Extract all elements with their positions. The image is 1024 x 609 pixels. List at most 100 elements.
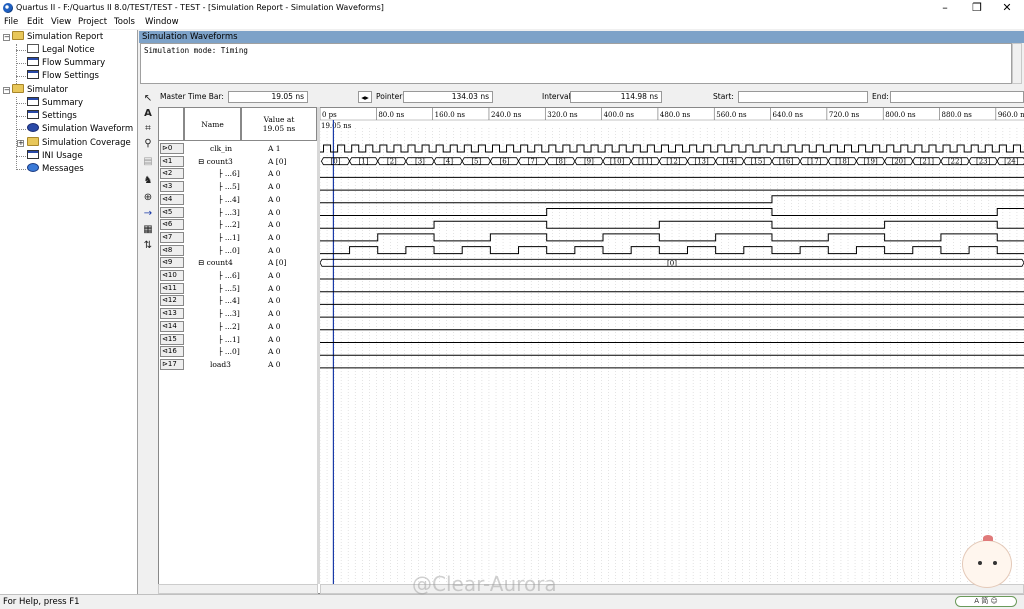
tree-item-simulation-report[interactable]: Simulation Report <box>12 31 103 44</box>
table-icon <box>27 57 39 66</box>
count3-bus-label: [2] <box>387 158 397 166</box>
signal-name-9[interactable]: ⊟ count4 <box>198 256 233 269</box>
mode-box-scrollbar[interactable] <box>1012 43 1022 84</box>
signal-name-7[interactable]: ├ ...1] <box>218 231 240 244</box>
signal-name-14[interactable]: ├ ...2] <box>218 320 240 333</box>
signal-id-13[interactable]: ⊲13 <box>160 308 184 320</box>
signal-id-1[interactable]: ⊲1 <box>160 155 184 167</box>
signal-id-3[interactable]: ⊲3 <box>160 181 184 193</box>
waveform-toolbar: ↖ A ⌗ ⚲ ▤ ♞ ⊕ → ▦ ⇅ <box>139 90 157 594</box>
signal-id-10[interactable]: ⊲10 <box>160 270 184 281</box>
count3-bus-label: [5] <box>471 158 481 166</box>
tree-item-settings[interactable]: Settings <box>27 110 77 123</box>
menu-edit[interactable]: Edit <box>27 17 43 27</box>
ruler-tick-label: 80.0 ns <box>378 111 404 119</box>
collapse-root-toggle[interactable]: − <box>3 34 10 41</box>
ime-indicator[interactable]: A 简 ☺ <box>955 596 1017 607</box>
tree-item-simulator[interactable]: Simulator <box>12 84 68 97</box>
text-tool-icon[interactable]: A <box>141 107 155 121</box>
minimize-button[interactable]: – <box>930 1 960 15</box>
sort-icon[interactable]: ⇅ <box>141 239 155 253</box>
tree-item-flow-summary[interactable]: Flow Summary <box>27 57 105 70</box>
signal-id-6[interactable]: ⊲6 <box>160 219 184 231</box>
signal-id-11[interactable]: ⊲11 <box>160 282 184 294</box>
find-icon[interactable]: ♞ <box>141 174 155 188</box>
signal-name-0[interactable]: clk_in <box>210 142 232 155</box>
signal-name-13[interactable]: ├ ...3] <box>218 307 240 320</box>
selection-tool-icon[interactable]: ↖ <box>141 92 155 106</box>
signal-name-1[interactable]: ⊟ count3 <box>198 155 233 168</box>
menu-project[interactable]: Project <box>78 17 107 27</box>
signal-name-16[interactable]: ├ ...0] <box>218 345 240 358</box>
signal-id-0[interactable]: ⊳0 <box>160 143 184 154</box>
ruler-tick-label: 240.0 ns <box>491 111 522 119</box>
table-icon <box>27 70 39 79</box>
signal-id-8[interactable]: ⊲8 <box>160 244 184 256</box>
menu-window[interactable]: Window <box>145 17 179 27</box>
tree-item-ini-usage[interactable]: INI Usage <box>27 150 83 163</box>
signal-name-4[interactable]: ├ ...4] <box>218 193 240 206</box>
count3-bus-label: [18] <box>835 158 850 166</box>
menu-file[interactable]: File <box>4 17 18 27</box>
tree-item-legal-notice[interactable]: Legal Notice <box>27 44 95 57</box>
tree-item-simulation-coverage[interactable]: Simulation Coverage <box>27 137 131 150</box>
overwrite-icon[interactable]: ▦ <box>141 223 155 237</box>
master-time-bar-field[interactable]: 19.05 ns <box>228 91 308 103</box>
signal-value-10: A 0 <box>268 271 281 280</box>
arrow-right-icon[interactable]: → <box>141 207 155 221</box>
pointer-label: Pointer: <box>376 92 405 101</box>
replace-icon[interactable]: ⊕ <box>141 191 155 205</box>
signal-name-15[interactable]: ├ ...1] <box>218 333 240 346</box>
count3-bus-label: [22] <box>948 158 963 166</box>
signal-name-5[interactable]: ├ ...3] <box>218 206 240 219</box>
signal-id-2[interactable]: ⊲2 <box>160 168 184 180</box>
signal-name-12[interactable]: ├ ...4] <box>218 294 240 307</box>
maximize-button[interactable]: ❐ <box>962 1 992 15</box>
names-hscrollbar[interactable] <box>158 584 318 594</box>
time-bar-arrows[interactable]: ◂▸ <box>358 91 372 103</box>
count3-bus-label: [9] <box>584 158 594 166</box>
signal-name-11[interactable]: ├ ...5] <box>218 282 240 295</box>
ruler-tick-label: 880.0 ns <box>942 111 973 119</box>
count3-bus-label: [19] <box>863 158 878 166</box>
signal-name-3[interactable]: ├ ...5] <box>218 180 240 193</box>
signal-id-7[interactable]: ⊲7 <box>160 231 184 243</box>
signal-name-2[interactable]: ├ ...6] <box>218 167 240 180</box>
zoom-tool-icon[interactable]: ⚲ <box>141 137 155 151</box>
signal-id-15[interactable]: ⊲15 <box>160 333 184 345</box>
signal-name-6[interactable]: ├ ...2] <box>218 218 240 231</box>
messages-icon <box>27 163 39 172</box>
title-bar: Quartus II - F:/Quartus II 8.0/TEST/TEST… <box>0 0 1024 16</box>
waveform-editing-tool-icon[interactable]: ⌗ <box>141 122 155 136</box>
copy-tool-icon[interactable]: ▤ <box>141 155 155 169</box>
tree-item-summary[interactable]: Summary <box>27 97 83 110</box>
signal-id-16[interactable]: ⊲16 <box>160 346 184 358</box>
signal-name-17[interactable]: load3 <box>210 358 231 371</box>
signal-id-4[interactable]: ⊲4 <box>160 193 184 205</box>
tree-item-messages[interactable]: Messages <box>27 163 84 176</box>
collapse-simulator-toggle[interactable]: − <box>3 87 10 94</box>
start-label: Start: <box>713 92 734 101</box>
signal-name-8[interactable]: ├ ...0] <box>218 244 240 257</box>
tree-item-simulation-waveform[interactable]: Simulation Waveform <box>27 123 133 136</box>
signal-value-17: A 0 <box>268 359 281 369</box>
count3-bus-label: [23] <box>976 158 991 166</box>
waveform-canvas[interactable]: 0 ps 80.0 ns 160.0 ns 240.0 ns 320.0 ns 400.0… <box>320 108 1024 584</box>
end-label: End: <box>872 92 889 101</box>
signal-id-5[interactable]: ⊲5 <box>160 206 184 218</box>
ruler-tick-label: 400.0 ns <box>604 111 635 119</box>
signal-id-9[interactable]: ⊲9 <box>160 257 184 269</box>
count3-bus-label: [14] <box>723 158 738 166</box>
signal-value-14: A 0 <box>268 321 281 331</box>
menu-view[interactable]: View <box>51 17 71 27</box>
signal-id-12[interactable]: ⊲12 <box>160 295 184 307</box>
count3-bus-label: [1] <box>359 158 369 166</box>
close-button[interactable]: ✕ <box>992 1 1022 15</box>
tree-item-flow-settings[interactable]: Flow Settings <box>27 70 99 83</box>
signal-id-14[interactable]: ⊲14 <box>160 320 184 332</box>
signal-id-17[interactable]: ⊳17 <box>160 358 184 370</box>
signal-name-10[interactable]: ├ ...6] <box>218 269 240 282</box>
expand-coverage-toggle[interactable]: + <box>17 140 24 147</box>
report-tree-pane: − Simulation Report Legal Notice Flow Su… <box>0 30 138 594</box>
menu-tools[interactable]: Tools <box>114 17 135 27</box>
